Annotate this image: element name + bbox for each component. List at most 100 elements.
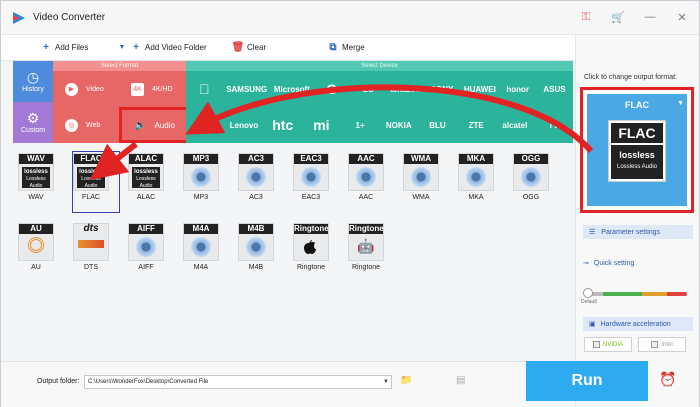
intel-option[interactable]: Intel [638, 337, 686, 352]
app-window: Video Converter ⚿ 🛒 — ✕ + Add Files ▼ + … [0, 0, 700, 407]
quality-slider-track[interactable] [587, 292, 687, 296]
format-tile-m4a[interactable]: M4A M4A [178, 223, 224, 281]
title-bar: Video Converter ⚿ 🛒 — ✕ [1, 1, 699, 35]
device-amazon[interactable]: amazon [390, 85, 420, 94]
format-tab-4khd[interactable]: 4K 4K/HD [119, 71, 185, 107]
device-lg[interactable]: LG [353, 85, 383, 94]
format-tile-mka[interactable]: MKA MKA [453, 153, 499, 211]
history-button[interactable]: ◷ History [13, 61, 53, 102]
quality-slider-handle[interactable] [583, 288, 593, 298]
apple-icon [302, 238, 316, 257]
format-tile-aiff[interactable]: AIFF AIFF [123, 223, 169, 281]
format-tab-video[interactable]: ▶ Video [53, 71, 119, 107]
format-tab-audio[interactable]: 🔈 Audio [119, 107, 189, 143]
format-tab-web[interactable]: ◎ Web [53, 107, 119, 143]
output-format-selector[interactable]: FLAC ▼ FLAC lossless Lossless Audio [580, 87, 694, 213]
trash-icon: 🗑 [231, 41, 245, 53]
format-tile-tag: Ringtone [294, 224, 329, 234]
merge-label: Merge [342, 42, 365, 52]
history-label: History [22, 86, 44, 93]
device-nokia[interactable]: NOKIA [384, 121, 414, 130]
chevron-down-icon: ▼ [677, 100, 684, 107]
format-tile-label: MKA [468, 194, 484, 201]
format-tile-thumb: ALAC lossless Lossless Audio [128, 153, 164, 191]
output-folder-input[interactable]: C:\Users\WonderFox\Desktop\Converted Fil… [84, 375, 392, 389]
output-format-card[interactable]: FLAC ▼ FLAC lossless Lossless Audio [587, 94, 687, 206]
format-tile-dts[interactable]: dts DTS [68, 223, 114, 281]
parameter-settings-button[interactable]: ☰ Parameter settings [583, 225, 693, 239]
device-tv[interactable]: TV [539, 121, 569, 130]
device-lenovo[interactable]: Lenovo [229, 121, 259, 130]
format-tile-tag: ALAC [129, 154, 163, 164]
format-tile-label: AIFF [138, 264, 154, 271]
alarm-clock-icon[interactable]: ⏰ [659, 371, 677, 389]
clear-button[interactable]: 🗑 Clear [231, 41, 266, 53]
format-tile-tag: MKA [459, 154, 493, 164]
device-samsung[interactable]: SAMSUNG [226, 85, 267, 94]
format-tile-ac3[interactable]: AC3 AC3 [233, 153, 279, 211]
device-row-2: Lenovo htc mi 1+ NOKIA BLU ZTE alcatel T… [186, 107, 573, 143]
browse-icon[interactable]: ▤ [456, 375, 470, 387]
format-tile-alac[interactable]: ALAC lossless Lossless Audio ALAC [123, 153, 169, 211]
flac-badge-title: FLAC [611, 123, 663, 143]
format-tile-tag: M4A [184, 224, 218, 234]
format-tile-aac[interactable]: AAC AAC [343, 153, 389, 211]
format-tile-tag: dts [83, 223, 99, 234]
web-icon: ◎ [65, 118, 78, 132]
format-tile-eac3[interactable]: EAC3 EAC3 [288, 153, 334, 211]
add-video-folder-button[interactable]: ▼ + Add Video Folder [117, 42, 207, 53]
device-zte[interactable]: ZTE [461, 121, 491, 130]
device-blu[interactable]: BLU [422, 121, 452, 130]
device-asus[interactable]: ASUS [539, 85, 569, 94]
audio-disc-icon [191, 237, 211, 257]
quick-setting: ⊸ Quick setting [583, 259, 634, 268]
nvidia-option[interactable]: NVIDIA [584, 337, 632, 352]
device-sony[interactable]: SONY [427, 85, 457, 94]
format-tile-wma[interactable]: WMA WMA [398, 153, 444, 211]
open-folder-icon[interactable]: 📁 [400, 375, 414, 387]
device-xiaomi[interactable]: mi [306, 117, 336, 133]
format-tile-label: AU [31, 264, 41, 271]
format-tab-web-label: Web [86, 121, 101, 129]
nvidia-checkbox[interactable] [592, 341, 600, 348]
format-tile-thumb: MKA [458, 153, 494, 191]
custom-button[interactable]: ⚙ Custom [13, 102, 53, 143]
run-button[interactable]: Run [526, 361, 648, 401]
add-files-button[interactable]: + Add Files [41, 42, 88, 53]
device-htc[interactable]: htc [268, 117, 298, 133]
format-tile-tag: EAC3 [294, 154, 328, 164]
format-tile-thumb: Ringtone 🤖 [348, 223, 384, 261]
minimize-button[interactable]: — [641, 8, 659, 26]
chevron-down-icon[interactable]: ▼ [383, 376, 389, 388]
format-tile-ringtone-iphone[interactable]: Ringtone Ringtone [288, 223, 334, 281]
gear-icon: ⚙ [26, 110, 40, 126]
format-tile-thumb: Ringtone [293, 223, 329, 261]
close-button[interactable]: ✕ [673, 8, 691, 26]
hardware-acceleration-button[interactable]: ▣ Hardware acceleration [583, 317, 693, 331]
device-microsoft[interactable]: Microsoft [274, 85, 310, 94]
device-google[interactable]: G [317, 81, 347, 97]
cart-icon[interactable]: 🛒 [609, 8, 627, 26]
format-tile-mp3[interactable]: MP3 MP3 [178, 153, 224, 211]
device-alcatel[interactable]: alcatel [500, 121, 530, 130]
output-format-hint: Click to change output format: [584, 74, 677, 81]
format-tile-ogg[interactable]: OGG OGG [508, 153, 554, 211]
format-tile-m4b[interactable]: M4B M4B [233, 223, 279, 281]
format-tile-ringtone-android[interactable]: Ringtone 🤖 Ringtone [343, 223, 389, 281]
format-selector-area: ◷ History ⚙ Custom Select Format ▶ Video… [13, 61, 573, 143]
format-tab-video-label: Video [86, 85, 104, 93]
format-tile-label: WAV [28, 194, 44, 201]
format-tile-wav[interactable]: WAV lossless Lossless Audio WAV [13, 153, 59, 211]
history-icon: ◷ [26, 69, 40, 85]
merge-button[interactable]: ⧉ Merge [328, 42, 365, 53]
format-tile-au[interactable]: AU AU [13, 223, 59, 281]
format-tile-thumb: WMA [403, 153, 439, 191]
device-honor[interactable]: honor [503, 85, 533, 94]
key-icon[interactable]: ⚿ [577, 8, 595, 26]
device-oneplus[interactable]: 1+ [345, 121, 375, 130]
format-tile-label: EAC3 [301, 194, 321, 201]
intel-checkbox[interactable] [651, 341, 659, 348]
device-huawei[interactable]: HUAWEI [464, 85, 496, 94]
device-apple[interactable]:  [189, 81, 219, 97]
format-tile-thumb: dts [73, 223, 109, 261]
